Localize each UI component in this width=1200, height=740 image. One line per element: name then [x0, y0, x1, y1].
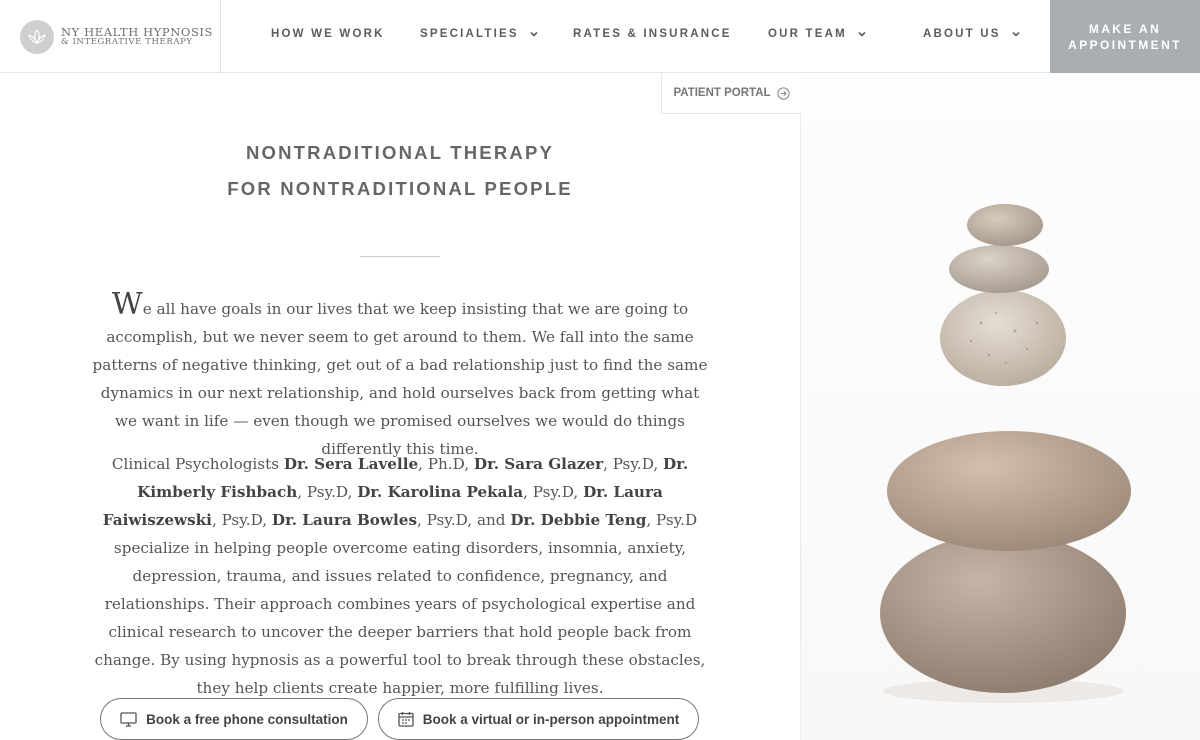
nav-rates-insurance[interactable]: RATES & INSURANCE	[573, 28, 732, 40]
button-label: Book a virtual or in-person appointment	[422, 711, 680, 727]
psychologist-name: Dr. Karolina Pekala	[357, 483, 524, 501]
lotus-icon	[20, 19, 54, 54]
team-text: , Psy.D,	[523, 483, 584, 501]
nav-label: HOW WE WORK	[271, 28, 385, 40]
nav-label: OUR TEAM	[768, 28, 847, 40]
drop-cap: W	[111, 287, 143, 322]
arrow-circle-right-icon	[776, 86, 790, 100]
site-header: NY HEALTH HYPNOSIS & INTEGRATIVE THERAPY…	[0, 0, 1200, 73]
page-title-line-1: NONTRADITIONAL THERAPY	[245, 142, 555, 163]
nav-specialties[interactable]: SPECIALTIES	[420, 28, 539, 40]
psychologist-name: Dr. Laura Bowles	[271, 511, 417, 529]
psychologist-name: Dr. Debbie Teng	[510, 511, 647, 529]
nav-how-we-work[interactable]: HOW WE WORK	[271, 28, 385, 40]
team-paragraph: Clinical Psychologists Dr. Sera Lavelle,…	[92, 450, 708, 702]
chevron-down-icon	[530, 31, 538, 37]
team-text: , Psy.D specialize in helping people ove…	[94, 511, 706, 697]
team-text: , Psy.D,	[297, 483, 358, 501]
team-text: , Psy.D,	[211, 511, 272, 529]
team-text: , Psy.D, and	[417, 511, 511, 529]
nav-label: ABOUT US	[923, 28, 1001, 40]
team-text: , Psy.D,	[603, 455, 664, 473]
team-text: Clinical Psychologists	[111, 455, 284, 473]
intro-text: e all have goals in our lives that we ke…	[92, 300, 708, 458]
stacked-stones-image	[800, 73, 1200, 740]
monitor-icon	[120, 711, 137, 727]
chevron-down-icon	[858, 31, 866, 37]
logo-line-2: & INTEGRATIVE THERAPY	[61, 37, 193, 48]
divider	[360, 256, 440, 257]
patient-portal-label: PATIENT PORTAL	[673, 87, 771, 99]
make-appointment-button[interactable]: MAKE AN APPOINTMENT	[1050, 0, 1200, 73]
logo-text: NY HEALTH HYPNOSIS & INTEGRATIVE THERAPY	[61, 26, 213, 47]
calendar-icon	[398, 712, 414, 727]
logo[interactable]: NY HEALTH HYPNOSIS & INTEGRATIVE THERAPY	[0, 0, 221, 73]
book-appointment-button[interactable]: Book a virtual or in-person appointment	[378, 698, 699, 740]
button-label: Book a free phone consultation	[146, 711, 348, 727]
intro-paragraph: We all have goals in our lives that we k…	[92, 290, 708, 463]
nav-our-team[interactable]: OUR TEAM	[768, 28, 867, 40]
team-text: , Ph.D,	[418, 455, 474, 473]
nav-label: RATES & INSURANCE	[573, 28, 732, 40]
cta-line-1: MAKE AN	[1088, 21, 1162, 36]
book-phone-consultation-button[interactable]: Book a free phone consultation	[100, 698, 368, 740]
chevron-down-icon	[1012, 31, 1020, 37]
patient-portal-link[interactable]: PATIENT PORTAL	[661, 73, 801, 114]
nav-about-us[interactable]: ABOUT US	[923, 28, 1021, 40]
nav-label: SPECIALTIES	[420, 28, 519, 40]
psychologist-name: Dr. Sera Lavelle	[283, 455, 419, 473]
page-title-line-2: FOR NONTRADITIONAL PEOPLE	[227, 178, 573, 199]
psychologist-name: Dr. Sara Glazer	[473, 455, 604, 473]
cta-line-2: APPOINTMENT	[1068, 37, 1182, 52]
